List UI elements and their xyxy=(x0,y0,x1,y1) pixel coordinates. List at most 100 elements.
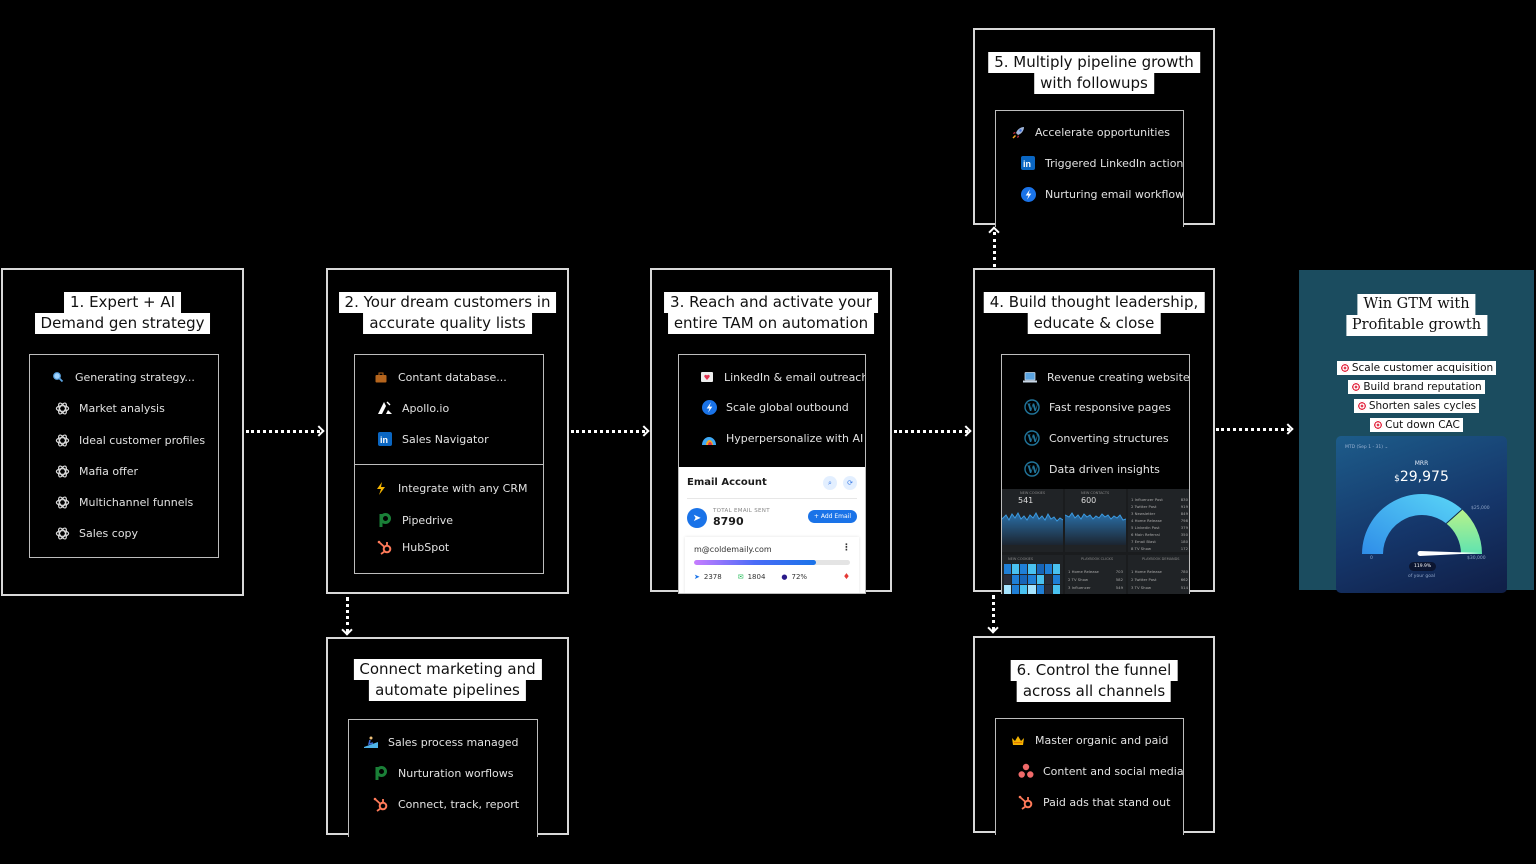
step-6-list: Master organic and paid Content and soci… xyxy=(995,718,1184,835)
dash-panel-title: NEW COOKIES xyxy=(1020,491,1046,495)
list-item: Paid ads that stand out xyxy=(1018,794,1170,810)
total-email-value: 8790 xyxy=(713,515,744,528)
goal-item: Build brand reputation xyxy=(1348,380,1485,394)
list-item: Mafia offer xyxy=(54,463,138,479)
svg-text:in: in xyxy=(1023,159,1031,169)
dash-panel-value: 600 xyxy=(1081,496,1097,505)
connect-box: Connect marketing and automate pipelines… xyxy=(326,637,569,837)
heatmap-cell xyxy=(1012,564,1020,574)
table-row: 1 Home Release 780 xyxy=(1131,569,1188,574)
hubspot-icon xyxy=(1018,794,1034,810)
gauge-max: $30,000 xyxy=(1467,556,1486,561)
asana-icon xyxy=(1018,763,1034,779)
list-item: Apollo.io xyxy=(377,400,449,416)
goal-item: Scale customer acquisition xyxy=(1336,361,1497,375)
wordpress-icon: W xyxy=(1024,461,1040,477)
list-item: Multichannel funnels xyxy=(54,494,193,510)
analytics-dashboard: NEW COOKIES 541 NEW CONTACTS 600 1 Influ… xyxy=(1002,489,1189,594)
dash-playbook-demands: PLAYBOOK DEMANDS 1 Home Release 780 2 Twi… xyxy=(1128,555,1189,594)
linkedin-icon: in xyxy=(377,431,393,447)
mrr-gauge-card: MTD (Sep 1 - 31) ⌄ MRR $29,975 0 $25,000… xyxy=(1336,436,1507,593)
table-row: 5 Linkedin Post 379 xyxy=(1131,525,1188,530)
list-item: HubSpot xyxy=(377,539,449,555)
heatmap-cell xyxy=(1012,585,1020,594)
heatmap-cell xyxy=(1004,574,1012,585)
list-item: Contant database... xyxy=(373,369,507,385)
arrow-head xyxy=(313,425,325,437)
list-item: Generating strategy... xyxy=(50,369,195,385)
heatmap-cell xyxy=(1036,585,1044,594)
search-icon[interactable]: ⌕ xyxy=(823,476,837,490)
surfer-icon xyxy=(363,734,379,750)
list-divider xyxy=(355,464,543,465)
lightning-circle-icon xyxy=(1020,186,1036,202)
dash-panel-contacts: NEW CONTACTS 600 xyxy=(1065,489,1126,552)
list-item: Pipedrive xyxy=(377,512,453,528)
openai-icon xyxy=(54,400,70,416)
step-3-title: 3. Reach and activate your entire TAM on… xyxy=(664,292,878,334)
crown-icon xyxy=(1010,732,1026,748)
connect-list: Sales process managed Nurturation worflo… xyxy=(348,719,538,837)
fire-icon: ♦ xyxy=(842,572,850,581)
email-account-row[interactable]: m@coldemaily.com ⋮ ➤ 2378 ✉ 1804 ● 72% ♦ xyxy=(685,537,859,593)
account-stats: ➤ 2378 ✉ 1804 ● 72% ♦ xyxy=(694,572,850,581)
step-1-list: Generating strategy... Market analysis I… xyxy=(29,354,219,558)
dash-panel-title: PLAYBOOK DEMANDS xyxy=(1142,557,1180,561)
table-row: 2 Twitter Post 662 xyxy=(1131,577,1188,582)
arrow-head xyxy=(341,624,353,636)
step-2-title: 2. Your dream customers in accurate qual… xyxy=(338,292,557,334)
list-item: in Sales Navigator xyxy=(377,431,489,447)
list-item: in Triggered LinkedIn actions xyxy=(1020,155,1183,171)
arrow-head xyxy=(987,622,999,634)
arrow-2-to-3 xyxy=(571,430,645,433)
connect-title: Connect marketing and automate pipelines xyxy=(353,659,542,701)
step-4-title: 4. Build thought leadership, educate & c… xyxy=(983,292,1205,334)
rocket-icon xyxy=(1010,124,1026,140)
dash-panel-title: NEW CONTACTS xyxy=(1081,491,1110,495)
send-icon: ➤ xyxy=(687,508,707,528)
arrow-head xyxy=(1282,423,1294,435)
divider xyxy=(687,498,857,499)
step-1-box: 1. Expert + AI Demand gen strategy Gener… xyxy=(1,268,244,596)
table-row: 8 TV Show 172 xyxy=(1131,546,1188,551)
list-item: Master organic and paid xyxy=(1010,732,1168,748)
target-icon xyxy=(1356,401,1367,411)
heatmap-cell xyxy=(1020,585,1028,594)
refresh-icon[interactable]: ⟳ xyxy=(843,476,857,490)
linkedin-icon: in xyxy=(1020,155,1036,171)
final-title: Win GTM with Profitable growth xyxy=(1345,294,1488,336)
openai-icon xyxy=(54,525,70,541)
arrow-head xyxy=(988,226,1000,238)
arrow-head xyxy=(638,425,650,437)
email-card-header: Email Account xyxy=(687,477,767,488)
gauge-mark: $25,000 xyxy=(1471,506,1490,511)
wordpress-icon: W xyxy=(1024,430,1040,446)
hubspot-icon xyxy=(373,796,389,812)
lightning-icon xyxy=(373,480,389,496)
list-item: LinkedIn & email outreach xyxy=(699,369,865,385)
arrow-4-to-final xyxy=(1216,428,1290,431)
mrr-label: MRR xyxy=(1414,460,1429,467)
gauge-min: 0 xyxy=(1370,556,1373,561)
list-item: Connect, track, report xyxy=(373,796,519,812)
list-item: Hyperpersonalize with AI xyxy=(701,430,863,446)
step-5-list: Accelerate opportunities in Triggered Li… xyxy=(995,110,1184,227)
heatmap-cell xyxy=(1028,585,1036,594)
goals-list: Scale customer acquisition Build brand r… xyxy=(1299,358,1534,434)
period-selector[interactable]: MTD (Sep 1 - 31) ⌄ xyxy=(1345,445,1388,450)
dash-panel-title: PLAYBOOK CLICKS xyxy=(1081,557,1114,561)
svg-text:W: W xyxy=(1026,403,1039,414)
table-row: 4 Home Release 798 xyxy=(1131,518,1188,523)
more-menu-icon[interactable]: ⋮ xyxy=(842,543,851,553)
dash-panel-value: 541 xyxy=(1018,496,1034,505)
goal-caption: of your goal xyxy=(1408,574,1435,579)
list-item: Nurturation worflows xyxy=(373,765,513,781)
list-item: Revenue creating website xyxy=(1022,369,1189,385)
list-item: W Data driven insights xyxy=(1024,461,1160,477)
add-email-button[interactable]: + Add Email xyxy=(807,510,857,523)
table-row: 3 Newsletter 849 xyxy=(1131,511,1188,516)
step-5-title: 5. Multiply pipeline growth with followu… xyxy=(988,52,1200,94)
heatmap-cell xyxy=(1028,574,1036,585)
table-row: 2 TV Show 582 xyxy=(1068,577,1123,582)
pipedrive-icon xyxy=(377,512,393,528)
